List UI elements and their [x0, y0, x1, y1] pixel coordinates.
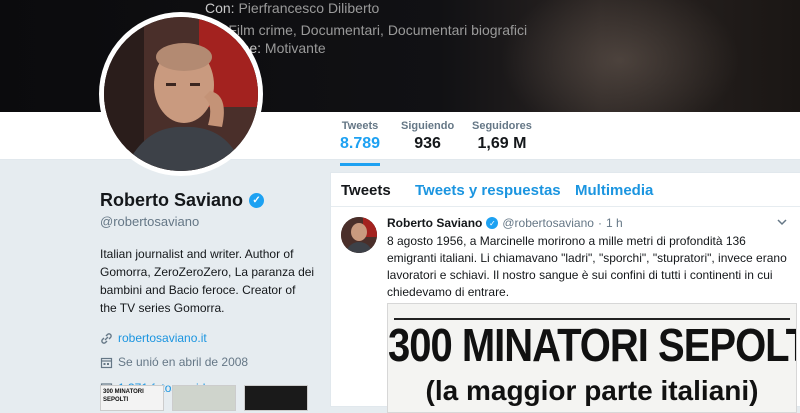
profile-handle[interactable]: @robertosaviano: [100, 214, 315, 229]
media-thumbnail[interactable]: [244, 385, 308, 411]
website-link[interactable]: robertosaviano.it: [118, 331, 207, 345]
banner-glow: [500, 0, 740, 112]
stat-tweets[interactable]: Tweets 8.789: [340, 120, 381, 166]
stat-following[interactable]: Siguiendo 936: [401, 120, 454, 153]
profile-card: Roberto Saviano ✓ @robertosaviano Italia…: [100, 190, 315, 395]
stat-label: Seguidores: [472, 120, 532, 132]
tweet-author[interactable]: Roberto Saviano: [387, 216, 482, 230]
calendar-icon: [100, 357, 113, 368]
tweet-separator: ·: [597, 216, 602, 230]
tab-media[interactable]: Multimedia: [575, 182, 653, 199]
tweet-header: Roberto Saviano ✓ @robertosaviano · 1 h: [387, 216, 623, 230]
stat-label: Siguiendo: [401, 120, 455, 132]
joined-date: Se unió en abril de 2008: [118, 355, 249, 369]
timeline-tabs: Tweets Tweets y respuestas Multimedia: [331, 173, 800, 207]
stat-label: Tweets: [341, 120, 379, 132]
timeline: Tweets Tweets y respuestas Multimedia Ro…: [330, 172, 800, 413]
verified-badge-icon: ✓: [486, 217, 499, 229]
stat-value: 936: [414, 135, 441, 152]
tweet-image[interactable]: 300 MINATORI SEPOLTI (la maggior parte i…: [387, 303, 797, 413]
profile-joined: Se unió en abril de 2008: [100, 355, 315, 369]
profile-bio: Italian journalist and writer. Author of…: [100, 247, 315, 315]
newspaper-headline: 300 MINATORI SEPOLTI: [388, 320, 797, 372]
newspaper-masthead: [394, 306, 790, 320]
tweet-avatar[interactable]: [341, 217, 377, 253]
tweet-time[interactable]: 1 h: [606, 216, 623, 230]
media-thumbnail[interactable]: [172, 385, 236, 411]
stat-value: 8.789: [340, 135, 381, 152]
profile-avatar[interactable]: [99, 12, 263, 176]
profile-name[interactable]: Roberto Saviano: [100, 190, 243, 211]
stat-followers[interactable]: Seguidores 1,69 M: [472, 120, 532, 153]
banner-line-genres: eri: Film crime, Documentari, Documentar…: [205, 22, 528, 38]
profile-name-row: Roberto Saviano ✓: [100, 190, 315, 211]
newspaper-subhead: (la maggior parte italiani): [425, 375, 759, 406]
verified-badge-icon: ✓: [249, 193, 265, 208]
profile-website[interactable]: robertosaviano.it: [100, 331, 315, 345]
tweet-handle[interactable]: @robertosaviano: [502, 216, 594, 230]
link-icon: [101, 332, 112, 344]
tab-tweets-replies[interactable]: Tweets y respuestas: [415, 182, 561, 199]
tweet-text: 8 agosto 1956, a Marcinelle morirono a m…: [387, 234, 787, 299]
banner-line-cast: Con: Pierfrancesco Diliberto: [205, 0, 380, 16]
media-thumbnail[interactable]: 300 MINATORI SEPOLTI: [100, 385, 164, 411]
chevron-down-icon[interactable]: [776, 216, 788, 228]
media-thumbnails: 300 MINATORI SEPOLTI: [100, 385, 308, 411]
stat-value: 1,69 M: [477, 135, 527, 152]
tab-tweets[interactable]: Tweets: [341, 182, 391, 199]
